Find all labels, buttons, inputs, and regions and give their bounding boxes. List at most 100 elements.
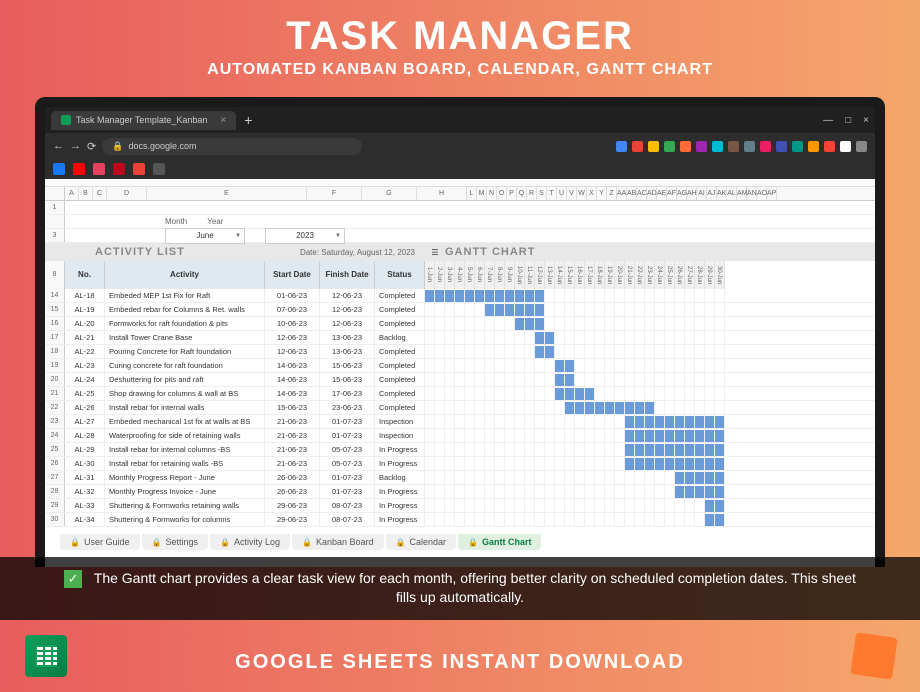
gantt-bar [685, 416, 694, 428]
grid: 1 Month Year 3 June 2023 ACTIVITY LIST D… [45, 201, 875, 527]
extension-icon[interactable] [744, 141, 755, 152]
table-row[interactable]: 22 AL-26 Install rebar for internal wall… [45, 401, 875, 415]
gantt-bar [705, 486, 714, 498]
gantt-bar [705, 444, 714, 456]
gantt-bar [635, 416, 644, 428]
gantt-bar [625, 402, 634, 414]
bookmark-icon[interactable] [133, 163, 145, 175]
gantt-bar [645, 458, 654, 470]
bookmark-icon[interactable] [53, 163, 65, 175]
gantt-bar [545, 346, 554, 358]
gantt-bar [715, 500, 724, 512]
sheet-tab[interactable]: 🔒User Guide [60, 534, 140, 550]
bookmark-icon[interactable] [113, 163, 125, 175]
lock-icon: 🔒 [396, 538, 406, 547]
gantt-bar [715, 472, 724, 484]
gantt-bar [685, 430, 694, 442]
gantt-bar [675, 444, 684, 456]
extension-icon[interactable] [824, 141, 835, 152]
extension-icon[interactable] [616, 141, 627, 152]
column-headers: ABCDEFGHLMNOPQRSTUVWXYZAAABACADAEAFAGAHA… [45, 187, 875, 201]
sheet-tab[interactable]: 🔒Gantt Chart [458, 534, 541, 550]
extension-icon[interactable] [632, 141, 643, 152]
bookmark-icon[interactable] [73, 163, 85, 175]
table-row[interactable]: 21 AL-25 Shop drawing for columns & wall… [45, 387, 875, 401]
minimize-icon[interactable]: — [823, 115, 833, 126]
extension-icon[interactable] [728, 141, 739, 152]
browser-tab[interactable]: Task Manager Template_Kanban × [51, 111, 236, 130]
extension-icon[interactable] [664, 141, 675, 152]
gantt-bar [565, 360, 574, 372]
year-select[interactable]: 2023 [265, 228, 345, 244]
gantt-bar [655, 444, 664, 456]
table-row[interactable]: 24 AL-28 Waterproofing for side of retai… [45, 429, 875, 443]
table-row[interactable]: 27 AL-31 Monthly Progress Report - June … [45, 471, 875, 485]
gantt-bar [705, 430, 714, 442]
gantt-row [425, 373, 875, 386]
table-row[interactable]: 30 AL-34 Shuttering & Formworks for colu… [45, 513, 875, 527]
gantt-row [425, 331, 875, 344]
sheet-tab[interactable]: 🔒Settings [142, 534, 209, 550]
gantt-bar [645, 444, 654, 456]
extension-icon[interactable] [808, 141, 819, 152]
table-row[interactable]: 14 AL-18 Embeded MEP 1st Fix for Raft 01… [45, 289, 875, 303]
extension-icon[interactable] [760, 141, 771, 152]
gantt-row [425, 401, 875, 414]
table-row[interactable]: 17 AL-21 Install Tower Crane Base 12-06-… [45, 331, 875, 345]
gantt-bar [645, 402, 654, 414]
gantt-bar [515, 290, 524, 302]
new-tab-button[interactable]: + [244, 112, 252, 128]
table-row[interactable]: 28 AL-32 Monthly Progress Invoice - June… [45, 485, 875, 499]
gantt-bar [525, 318, 534, 330]
bookmark-icon[interactable] [93, 163, 105, 175]
gantt-bar [535, 332, 544, 344]
extension-icon[interactable] [712, 141, 723, 152]
table-row[interactable]: 26 AL-30 Install rebar for retaining wal… [45, 457, 875, 471]
close-tab-icon[interactable]: × [220, 115, 226, 126]
gantt-bar [535, 318, 544, 330]
gantt-bar [625, 416, 634, 428]
extension-icon[interactable] [792, 141, 803, 152]
table-row[interactable]: 25 AL-29 Install rebar for internal colu… [45, 443, 875, 457]
extension-icon[interactable] [856, 141, 867, 152]
gantt-bar [715, 486, 724, 498]
table-row[interactable]: 20 AL-24 Deshuttering for pits and raft … [45, 373, 875, 387]
extension-icon[interactable] [696, 141, 707, 152]
gantt-bar [715, 444, 724, 456]
table-row[interactable]: 23 AL-27 Embeded mechanical 1st fix at w… [45, 415, 875, 429]
gantt-row [425, 429, 875, 442]
gantt-bar [625, 458, 634, 470]
gantt-bar [495, 290, 504, 302]
gantt-bar [695, 472, 704, 484]
gantt-bar [685, 486, 694, 498]
table-row[interactable]: 19 AL-23 Curing concrete for raft founda… [45, 359, 875, 373]
forward-icon[interactable]: → [70, 140, 81, 152]
gantt-bar [685, 444, 694, 456]
extension-icon[interactable] [680, 141, 691, 152]
gantt-bar [555, 388, 564, 400]
sheet-tab[interactable]: 🔒Activity Log [210, 534, 290, 550]
month-select[interactable]: June [165, 228, 245, 244]
gantt-row [425, 513, 875, 526]
reload-icon[interactable]: ⟳ [87, 140, 96, 153]
extension-icon[interactable] [840, 141, 851, 152]
gantt-bar [675, 486, 684, 498]
table-row[interactable]: 16 AL-20 Formworks for raft foundation &… [45, 317, 875, 331]
close-window-icon[interactable]: × [863, 115, 869, 126]
maximize-icon[interactable]: □ [845, 115, 851, 126]
extension-icon[interactable] [648, 141, 659, 152]
table-row[interactable]: 18 AL-22 Pouring Concrete for Raft found… [45, 345, 875, 359]
table-row[interactable]: 29 AL-33 Shuttering & Formworks retainin… [45, 499, 875, 513]
gantt-bar [695, 444, 704, 456]
extension-icon[interactable] [776, 141, 787, 152]
address-bar[interactable]: 🔒 docs.google.com [102, 138, 362, 155]
bookmark-icon[interactable] [153, 163, 165, 175]
table-row[interactable]: 15 AL-19 Embeded rebar for Columns & Ret… [45, 303, 875, 317]
gantt-bar [425, 290, 434, 302]
sheet-tab[interactable]: 🔒Kanban Board [292, 534, 384, 550]
activity-list-title: ACTIVITY LIST [65, 246, 185, 258]
sheet-tab[interactable]: 🔒Calendar [386, 534, 457, 550]
back-icon[interactable]: ← [53, 140, 64, 152]
lock-icon: 🔒 [468, 538, 478, 547]
gantt-bar [625, 430, 634, 442]
